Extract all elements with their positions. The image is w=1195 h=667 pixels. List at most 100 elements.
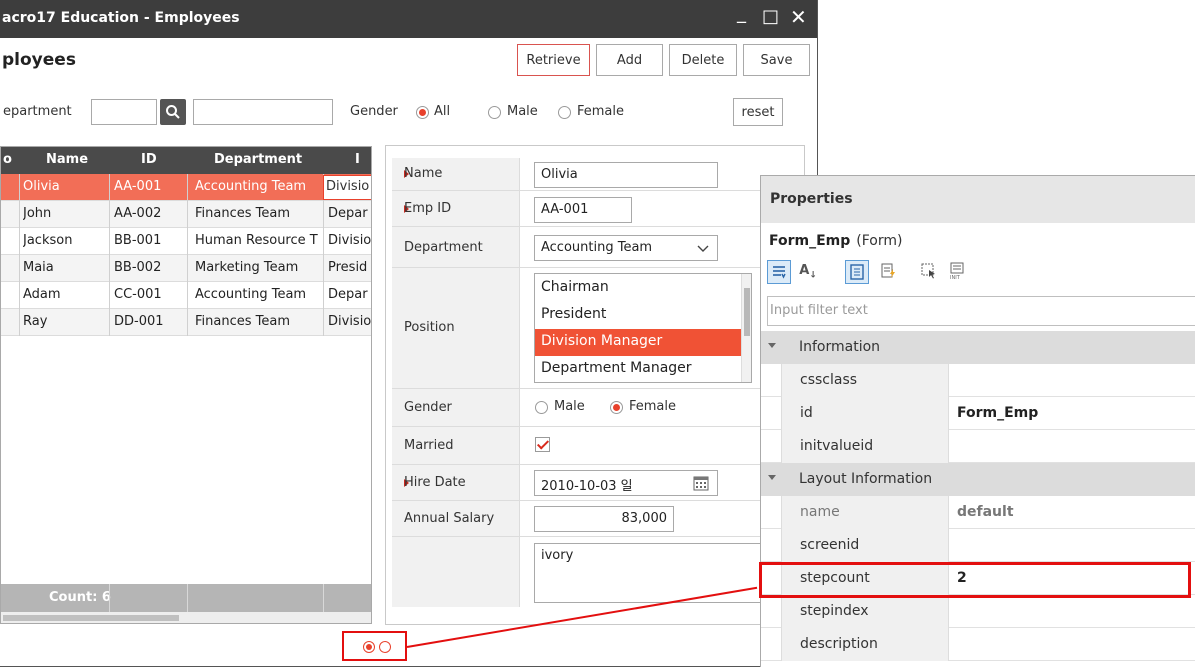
events-icon[interactable] (877, 260, 901, 284)
department-code-input[interactable] (91, 99, 157, 125)
memo-textarea[interactable]: ivory (534, 543, 764, 603)
employees-window: acro17 Education - Employees _ □ ✕ ploye… (0, 0, 818, 667)
form-row-memo: ivory (392, 537, 804, 607)
form-gender-male-label: Male (554, 399, 585, 414)
scrollbar-thumb[interactable] (744, 288, 750, 336)
page-title: ployees (2, 50, 76, 70)
select-object-icon[interactable] (917, 260, 941, 284)
department-select[interactable]: Accounting Team (534, 235, 718, 261)
grid-header-no[interactable]: o (3, 152, 12, 167)
position-option-department-manager[interactable]: Department Manager (535, 356, 741, 382)
hire-date-value: 2010-10-03 일 (541, 479, 633, 494)
prop-key: description (800, 636, 878, 652)
table-row[interactable]: Olivia AA-001 Accounting Team Divisio (1, 174, 371, 201)
properties-title: Properties (770, 191, 853, 207)
table-cell-id: AA-002 (114, 206, 162, 221)
prop-row-stepindex[interactable]: stepindex (761, 595, 1195, 628)
grid-header-name[interactable]: Name (46, 152, 88, 167)
table-cell-position: Divisio (328, 314, 372, 329)
employee-grid[interactable]: o Name ID Department I Olivia AA-001 Accou… (0, 146, 372, 624)
search-icon (166, 105, 180, 119)
table-row[interactable]: Maia BB-002 Marketing Team Presid (1, 255, 371, 282)
form-row-gender: Gender Male Female (392, 389, 804, 427)
position-option-president[interactable]: President (535, 302, 741, 329)
category-information[interactable]: Information (761, 331, 1195, 364)
collapse-icon[interactable] (768, 343, 776, 348)
filter-input[interactable]: Input filter text (767, 296, 1195, 326)
minimize-icon[interactable]: _ (737, 4, 746, 24)
salary-input[interactable]: 83,000 (534, 506, 674, 532)
form-gender-female-radio[interactable] (610, 401, 623, 414)
form-row-department: Department Accounting Team (392, 227, 804, 268)
position-listbox[interactable]: Chairman President Division Manager Depa… (534, 273, 752, 383)
listbox-scrollbar[interactable] (741, 274, 751, 382)
position-label: Position (404, 320, 455, 335)
properties-icon[interactable] (845, 260, 869, 284)
step-dot-2[interactable] (379, 641, 391, 653)
calendar-icon[interactable] (693, 475, 709, 491)
form-row-name: Name Olivia (392, 158, 804, 191)
form-gender-male-radio[interactable] (535, 401, 548, 414)
category-layout-information[interactable]: Layout Information (761, 463, 1195, 496)
grid-header-id[interactable]: ID (141, 152, 157, 167)
position-option-division-manager[interactable]: Division Manager (535, 329, 741, 356)
table-row[interactable]: Ray DD-001 Finances Team Divisio (1, 309, 372, 336)
grid-header: o Name ID Department I (1, 147, 371, 174)
table-row[interactable]: Adam CC-001 Accounting Team Depar (1, 282, 371, 309)
category-label: Layout Information (799, 471, 933, 487)
department-select-value: Accounting Team (541, 240, 653, 255)
prop-row-cssclass[interactable]: cssclass (761, 364, 1195, 397)
gender-all-radio[interactable] (416, 106, 429, 119)
emp-id-input[interactable]: AA-001 (534, 197, 632, 223)
scrollbar-thumb[interactable] (3, 615, 179, 621)
delete-button[interactable]: Delete (669, 44, 737, 76)
properties-panel: Properties Form_Emp (Form) A↓ INIT Input … (760, 175, 1195, 667)
name-input[interactable]: Olivia (534, 162, 718, 188)
married-checkbox[interactable] (535, 437, 550, 452)
close-icon[interactable]: ✕ (790, 7, 807, 27)
window-titlebar[interactable]: acro17 Education - Employees _ □ ✕ (0, 0, 817, 38)
table-cell-name: Maia (23, 260, 54, 275)
table-row[interactable]: Jackson BB-001 Human Resource T Divisio (1, 228, 371, 255)
prop-value[interactable]: default (957, 504, 1014, 520)
prop-row-screenid[interactable]: screenid (761, 529, 1195, 562)
save-button[interactable]: Save (743, 44, 810, 76)
department-search-button[interactable] (160, 99, 186, 125)
prop-value[interactable]: Form_Emp (957, 405, 1038, 421)
maximize-icon[interactable]: □ (762, 7, 779, 27)
grid-header-department[interactable]: Department (214, 152, 302, 167)
prop-row-initvalueid[interactable]: initvalueid (761, 430, 1195, 463)
table-cell-id: BB-002 (114, 260, 162, 275)
selected-object: Form_Emp (Form) (769, 233, 902, 249)
prop-key: name (800, 504, 840, 520)
form-row-salary: Annual Salary 83,000 (392, 501, 804, 537)
form-row-emp-id: Emp ID AA-001 (392, 191, 804, 227)
prop-row-stepcount[interactable]: stepcount 2 (761, 562, 1195, 595)
gender-male-radio[interactable] (488, 106, 501, 119)
collapse-icon[interactable] (768, 475, 776, 480)
prop-row-id[interactable]: id Form_Emp (761, 397, 1195, 430)
prop-row-description[interactable]: description (761, 628, 1195, 661)
gender-female-radio[interactable] (558, 106, 571, 119)
prop-row-name[interactable]: name default (761, 496, 1195, 529)
add-button[interactable]: Add (596, 44, 663, 76)
reset-button[interactable]: reset (733, 98, 783, 126)
grid-header-position[interactable]: I (355, 152, 360, 167)
step-dot-1[interactable] (363, 641, 375, 653)
table-cell-position[interactable]: Divisio (323, 175, 371, 200)
retrieve-button[interactable]: Retrieve (517, 44, 590, 76)
table-cell-name: John (23, 206, 52, 221)
hire-date-input[interactable]: 2010-10-03 일 (534, 470, 718, 496)
grid-footer: Count: 6 (1, 584, 371, 612)
table-cell-id: DD-001 (114, 314, 164, 329)
init-icon[interactable]: INIT (945, 260, 969, 284)
grid-horizontal-scrollbar[interactable] (1, 612, 371, 623)
table-row[interactable]: John AA-002 Finances Team Depar (1, 201, 371, 228)
gender-label: Gender (350, 104, 398, 119)
prop-value[interactable]: 2 (957, 570, 967, 586)
position-option-chairman[interactable]: Chairman (535, 275, 741, 302)
alphabetical-icon[interactable]: A↓ (796, 260, 820, 284)
gender-female-label: Female (577, 104, 625, 119)
categorized-icon[interactable] (767, 260, 791, 284)
department-name-input[interactable] (193, 99, 333, 125)
